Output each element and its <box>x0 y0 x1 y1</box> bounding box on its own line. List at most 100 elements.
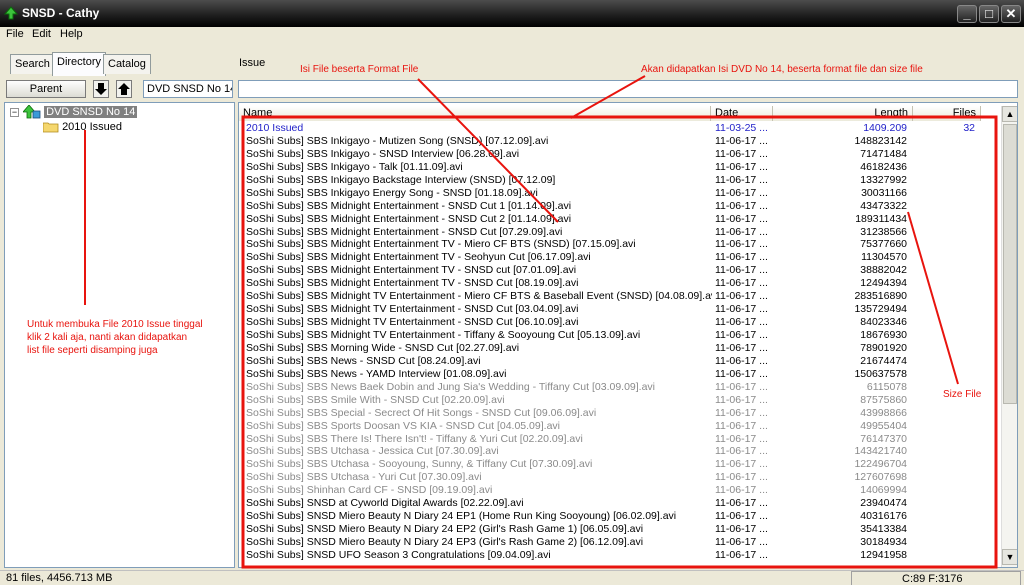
scroll-thumb[interactable] <box>1003 124 1017 404</box>
list-rows: 2010 Issued 11-03-25 ... 1409.209 32 SoShi S… <box>239 122 1001 562</box>
menu-bar: File Edit Help <box>0 27 1024 42</box>
row-length: 46182436 <box>860 160 907 173</box>
toolbar: Parent DVD SNSD No 14 <box>0 80 1024 100</box>
column-length[interactable]: Length <box>773 106 913 121</box>
table-row[interactable]: SoShi Subs] SBS Midnight Entertainment -… <box>239 226 1001 239</box>
table-row[interactable]: SoShi Subs] SBS Midnight Entertainment -… <box>239 213 1001 226</box>
path-field[interactable]: DVD SNSD No 14 <box>143 80 233 98</box>
tab-catalog[interactable]: Catalog <box>103 54 151 74</box>
tree-root[interactable]: DVD SNSD No 14 <box>22 104 138 119</box>
row-name: SoShi Subs] SBS Inkigayo - Mutizen Song … <box>246 134 549 147</box>
table-row[interactable]: SoShi Subs] SBS Midnight TV Entertainmen… <box>239 303 1001 316</box>
table-row[interactable]: SoShi Subs] SBS Inkigayo - Mutizen Song … <box>239 135 1001 148</box>
menu-file[interactable]: File <box>6 28 24 40</box>
tree-folder-label: 2010 Issued <box>62 121 122 133</box>
table-row[interactable]: SoShi Subs] SBS Inkigayo - Talk [01.11.0… <box>239 161 1001 174</box>
table-row[interactable]: SoShi Subs] SBS There Is! There Isn't! -… <box>239 433 1001 446</box>
row-name: SoShi Subs] SBS News - SNSD Cut [08.24.0… <box>246 354 481 367</box>
row-name: SoShi Subs] SBS Special - Secrect Of Hit… <box>246 406 597 419</box>
row-name: SoShi Subs] SNSD at Cyworld Digital Awar… <box>246 497 524 510</box>
issue-path-field[interactable] <box>238 80 1018 98</box>
table-row[interactable]: SoShi Subs] SBS Utchasa - Jessica Cut [0… <box>239 445 1001 458</box>
row-length: 148823142 <box>854 134 907 147</box>
table-row[interactable]: SoShi Subs] SBS Midnight Entertainment T… <box>239 277 1001 290</box>
table-row[interactable]: SoShi Subs] SBS Midnight TV Entertainmen… <box>239 329 1001 342</box>
table-row[interactable]: SoShi Subs] SBS Midnight TV Entertainmen… <box>239 316 1001 329</box>
row-length: 30184934 <box>860 536 907 548</box>
row-length: 49955404 <box>860 419 907 432</box>
row-name: SoShi Subs] SBS Midnight Entertainment T… <box>246 264 577 277</box>
move-down-button[interactable] <box>93 80 109 98</box>
table-row[interactable]: SoShi Subs] SBS Midnight Entertainment T… <box>239 264 1001 277</box>
row-length: 13327992 <box>860 173 907 186</box>
close-button[interactable]: ✕ <box>1001 5 1021 23</box>
row-name: SoShi Subs] SBS Sports Doosan VS KIA - S… <box>246 419 560 432</box>
table-row[interactable]: SoShi Subs] SBS Special - Secrect Of Hit… <box>239 407 1001 420</box>
row-length: 43473322 <box>860 199 907 212</box>
column-files[interactable]: Files <box>913 106 981 121</box>
row-name: SoShi Subs] SBS Midnight TV Entertainmen… <box>246 290 712 303</box>
menu-edit[interactable]: Edit <box>32 28 51 40</box>
row-date: 11-06-17 ... <box>715 406 768 419</box>
folder-icon <box>42 122 59 133</box>
table-row[interactable]: SoShi Subs] SNSD Miero Beauty N Diary 24… <box>239 523 1001 536</box>
table-row[interactable]: SoShi Subs] SBS News - YAMD Interview [0… <box>239 368 1001 381</box>
row-length: 84023346 <box>860 316 907 329</box>
row-date: 11-06-17 ... <box>715 199 768 212</box>
table-row[interactable]: SoShi Subs] SNSD UFO Season 3 Congratula… <box>239 549 1001 562</box>
table-row[interactable]: SoShi Subs] SBS Midnight Entertainment T… <box>239 238 1001 251</box>
row-name: SoShi Subs] SBS Midnight Entertainment -… <box>246 225 563 238</box>
maximize-button[interactable]: □ <box>979 5 999 23</box>
table-row[interactable]: SoShi Subs] SBS Smile With - SNSD Cut [0… <box>239 394 1001 407</box>
vertical-scrollbar[interactable]: ▲ ▼ <box>1001 106 1017 567</box>
table-row[interactable]: SoShi Subs] SNSD at Cyworld Digital Awar… <box>239 497 1001 510</box>
collapse-toggle[interactable]: − <box>10 108 19 117</box>
tab-directory[interactable]: Directory <box>52 52 107 76</box>
row-length: 189311434 <box>855 212 907 225</box>
row-length: 12494394 <box>860 277 907 290</box>
table-row[interactable]: SoShi Subs] SBS Inkigayo Backstage Inter… <box>239 174 1001 187</box>
table-row[interactable]: SoShi Subs] SBS Inkigayo - SNSD Intervie… <box>239 148 1001 161</box>
table-row[interactable]: SoShi Subs] SBS News Baek Dobin and Jung… <box>239 381 1001 394</box>
row-length: 122496704 <box>854 458 907 471</box>
table-row[interactable]: 2010 Issued 11-03-25 ... 1409.209 32 <box>239 122 1001 135</box>
table-row[interactable]: SoShi Subs] SBS Utchasa - Sooyoung, Sunn… <box>239 458 1001 471</box>
row-date: 11-06-17 ... <box>715 523 768 536</box>
row-date: 11-06-17 ... <box>715 341 768 354</box>
table-row[interactable]: SoShi Subs] SBS Midnight Entertainment T… <box>239 251 1001 264</box>
row-date: 11-06-17 ... <box>715 238 768 251</box>
table-row[interactable]: SoShi Subs] SBS Utchasa - Yuri Cut [07.3… <box>239 471 1001 484</box>
row-name: SoShi Subs] SBS Inkigayo Backstage Inter… <box>246 173 556 186</box>
table-row[interactable]: SoShi Subs] SBS Morning Wide - SNSD Cut … <box>239 342 1001 355</box>
column-date[interactable]: Date <box>711 106 773 121</box>
row-date: 11-06-17 ... <box>715 380 768 393</box>
minimize-button[interactable]: _ <box>957 5 977 23</box>
table-row[interactable]: SoShi Subs] SNSD Miero Beauty N Diary 24… <box>239 510 1001 523</box>
table-row[interactable]: SoShi Subs] SBS News - SNSD Cut [08.24.0… <box>239 355 1001 368</box>
row-date: 11-03-25 ... <box>715 122 768 134</box>
row-name: SoShi Subs] SBS Midnight Entertainment -… <box>246 199 572 212</box>
issue-label: Issue <box>239 57 266 69</box>
tab-search[interactable]: Search <box>10 54 55 74</box>
scroll-down-icon[interactable]: ▼ <box>1002 549 1017 565</box>
tree-folder-2010[interactable]: 2010 Issued <box>42 121 122 135</box>
scroll-up-icon[interactable]: ▲ <box>1002 106 1017 122</box>
menu-help[interactable]: Help <box>60 28 83 40</box>
table-row[interactable]: SoShi Subs] SBS Midnight Entertainment -… <box>239 200 1001 213</box>
row-length: 135729494 <box>854 303 907 316</box>
row-length: 30031166 <box>861 186 907 199</box>
row-length: 283516890 <box>854 290 907 303</box>
column-name[interactable]: Name <box>239 106 711 121</box>
move-up-button[interactable] <box>116 80 132 98</box>
table-row[interactable]: SoShi Subs] SBS Inkigayo Energy Song - S… <box>239 187 1001 200</box>
table-row[interactable]: SoShi Subs] SBS Sports Doosan VS KIA - S… <box>239 420 1001 433</box>
table-row[interactable]: SoShi Subs] SBS Midnight TV Entertainmen… <box>239 290 1001 303</box>
table-row[interactable]: SoShi Subs] SNSD Miero Beauty N Diary 24… <box>239 536 1001 549</box>
row-date: 11-06-17 ... <box>715 316 768 329</box>
table-row[interactable]: SoShi Subs] Shinhan Card CF - SNSD [09.1… <box>239 484 1001 497</box>
row-date: 11-06-17 ... <box>715 290 768 303</box>
row-length: 87575860 <box>860 393 907 406</box>
parent-button[interactable]: Parent <box>6 80 86 98</box>
row-date: 11-06-17 ... <box>715 548 768 561</box>
row-length: 21674474 <box>860 354 907 367</box>
